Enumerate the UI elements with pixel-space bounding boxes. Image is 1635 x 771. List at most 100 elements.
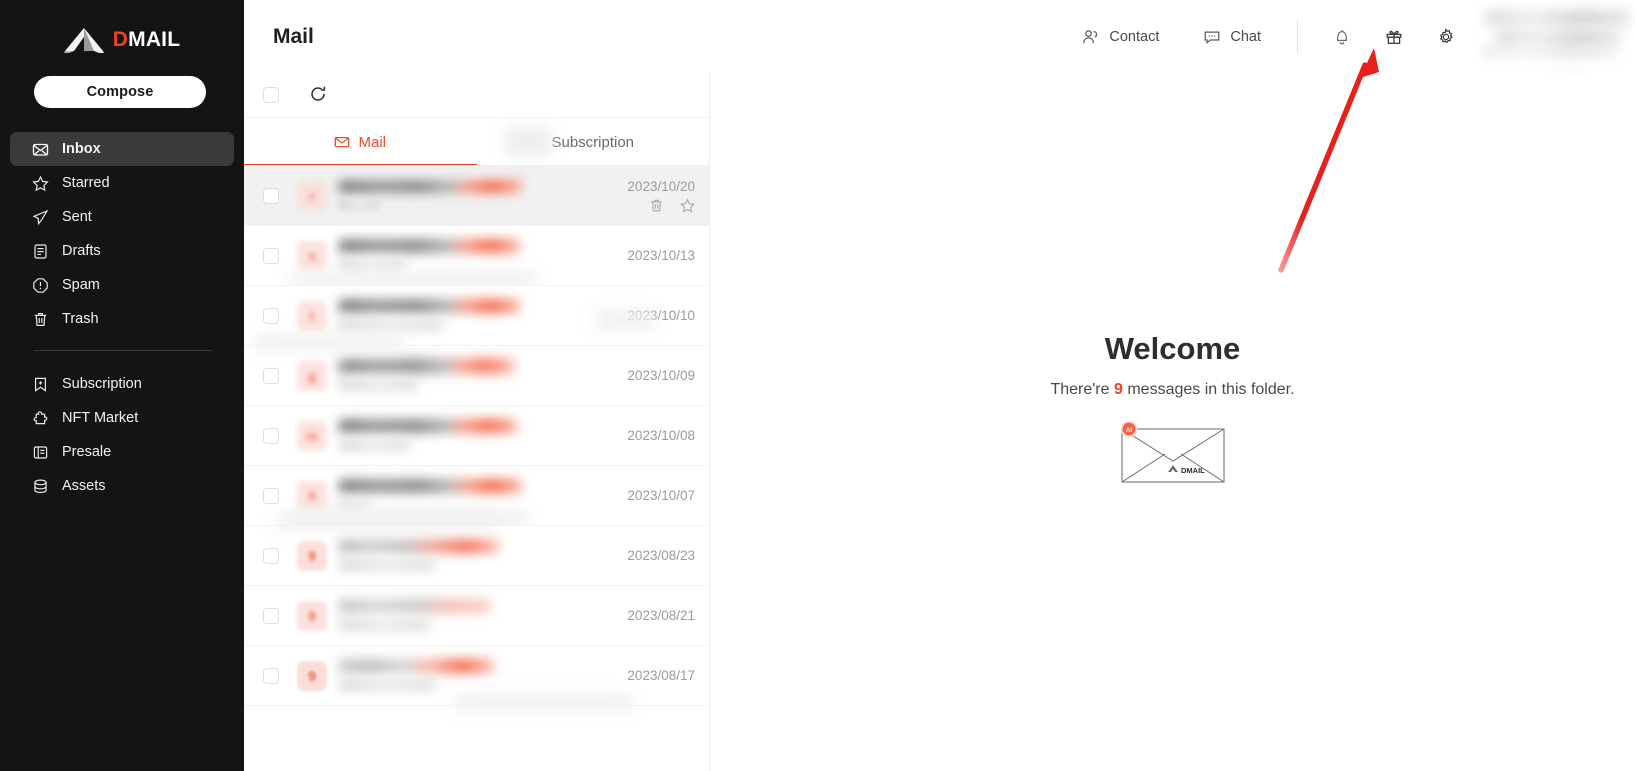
- row-checkbox[interactable]: [263, 248, 279, 264]
- dmail-app: D MAIL Compose Inbox: [0, 0, 1635, 771]
- gift-icon[interactable]: [1368, 17, 1420, 57]
- compose-button[interactable]: Compose: [34, 76, 206, 108]
- sidebar-item-nft-market[interactable]: NFT Market: [10, 401, 234, 435]
- row-checkbox[interactable]: [263, 668, 279, 684]
- sidebar-item-label: Trash: [62, 311, 99, 327]
- table-row[interactable]: t 2023/10/10: [244, 286, 709, 346]
- list-tabs: Mail Subscription: [244, 118, 709, 166]
- row-checkbox[interactable]: [263, 608, 279, 624]
- chat-link[interactable]: Chat: [1181, 28, 1283, 46]
- inbox-envelope-icon: [32, 141, 49, 158]
- table-row[interactable]: g 2023/10/09: [244, 346, 709, 406]
- star-icon[interactable]: [680, 198, 695, 213]
- top-header: Mail Contact: [244, 0, 1635, 73]
- count-prefix: There're: [1050, 381, 1114, 398]
- row-checkbox[interactable]: [263, 428, 279, 444]
- message-preview: [339, 414, 603, 458]
- message-subject-blurred: [339, 299, 520, 313]
- row-checkbox[interactable]: [263, 188, 279, 204]
- row-checkbox[interactable]: [263, 368, 279, 384]
- sidebar-item-trash[interactable]: Trash: [10, 302, 234, 336]
- message-date-cell: 2023/08/21: [603, 608, 695, 623]
- tab-mail[interactable]: Mail: [244, 118, 477, 166]
- select-all-checkbox[interactable]: [263, 87, 279, 103]
- avatar: 9: [297, 661, 327, 691]
- table-row[interactable]: m 2023/10/08: [244, 406, 709, 466]
- count-suffix: messages in this folder.: [1123, 381, 1295, 398]
- message-date: 2023/08/21: [627, 608, 695, 623]
- table-row[interactable]: 9 2023/10/07: [244, 466, 709, 526]
- avatar: m: [297, 421, 327, 451]
- message-date: 2023/10/10: [627, 308, 695, 323]
- message-date: 2023/10/08: [627, 428, 695, 443]
- paper-plane-icon: [32, 209, 49, 226]
- avatar: 9: [297, 541, 327, 571]
- avatar: t: [297, 301, 327, 331]
- message-preview: [339, 354, 603, 398]
- sidebar-item-subscription[interactable]: Subscription: [10, 367, 234, 401]
- mail-list: r 2023/10/20: [244, 166, 709, 771]
- message-date-cell: 2023/10/13: [603, 248, 695, 263]
- message-date: 2023/08/23: [627, 548, 695, 563]
- tab-subscription[interactable]: Subscription: [477, 118, 710, 166]
- message-subject-blurred: [339, 239, 520, 253]
- account-blur-line: [1486, 10, 1630, 26]
- message-snippet-blurred: [339, 379, 417, 391]
- sidebar-item-presale[interactable]: Presale: [10, 435, 234, 469]
- row-actions: [603, 198, 695, 213]
- table-row[interactable]: 9 2023/08/21: [244, 586, 709, 646]
- table-row[interactable]: 9 2023/08/17: [244, 646, 709, 706]
- main-region: Mail Contact: [244, 0, 1635, 771]
- message-preview: [339, 174, 603, 218]
- row-checkbox[interactable]: [263, 548, 279, 564]
- sidebar-item-label: NFT Market: [62, 410, 138, 426]
- brand-name-rest: MAIL: [128, 28, 180, 52]
- message-preview: [339, 654, 603, 698]
- dmail-chevron-logo-icon: [64, 27, 104, 53]
- message-count-text: There're 9 messages in this folder.: [1050, 381, 1294, 399]
- sidebar-item-inbox[interactable]: Inbox: [10, 132, 234, 166]
- contact-link[interactable]: Contact: [1060, 28, 1181, 46]
- contact-link-label: Contact: [1109, 29, 1159, 45]
- message-date: 2023/10/07: [627, 488, 695, 503]
- chat-link-label: Chat: [1230, 29, 1261, 45]
- row-checkbox[interactable]: [263, 308, 279, 324]
- puzzle-piece-icon: [32, 410, 49, 427]
- bookmark-star-icon: [32, 376, 49, 393]
- header-actions: Contact Chat: [1060, 0, 1635, 73]
- contact-person-icon: [1082, 28, 1100, 46]
- sidebar-item-label: Presale: [62, 444, 111, 460]
- sidebar-item-drafts[interactable]: Drafts: [10, 234, 234, 268]
- sidebar-item-assets[interactable]: Assets: [10, 469, 234, 503]
- tab-blur-overlay: [505, 126, 551, 156]
- table-row[interactable]: 9 2023/08/23: [244, 526, 709, 586]
- table-row[interactable]: s 2023/10/13: [244, 226, 709, 286]
- message-preview: [339, 234, 603, 278]
- message-snippet-blurred: [339, 499, 369, 511]
- sidebar-item-starred[interactable]: Starred: [10, 166, 234, 200]
- message-subject-blurred: [339, 179, 522, 193]
- settings-gear-icon[interactable]: [1420, 17, 1472, 57]
- list-toolbar: [244, 73, 709, 118]
- row-checkbox[interactable]: [263, 488, 279, 504]
- message-date-cell: 2023/10/07: [603, 488, 695, 503]
- trash-icon[interactable]: [649, 198, 664, 213]
- star-icon: [32, 175, 49, 192]
- sidebar-item-spam[interactable]: Spam: [10, 268, 234, 302]
- message-subject-blurred: [339, 419, 517, 433]
- sidebar-nav-primary: Inbox Starred Sent: [0, 132, 244, 503]
- document-icon: [32, 243, 49, 260]
- notification-bell-icon[interactable]: [1316, 17, 1368, 57]
- message-snippet-blurred: [339, 259, 405, 271]
- message-count: 9: [1114, 381, 1123, 398]
- brand-logo[interactable]: D MAIL: [0, 22, 244, 58]
- refresh-icon[interactable]: [309, 85, 329, 105]
- table-row[interactable]: r 2023/10/20: [244, 166, 709, 226]
- sidebar-item-sent[interactable]: Sent: [10, 200, 234, 234]
- mail-list-pane: Mail Subscription r: [244, 73, 710, 771]
- message-preview: [339, 294, 603, 338]
- reader-pane: Welcome There're 9 messages in this fold…: [710, 73, 1635, 771]
- message-subject-blurred: [339, 479, 522, 493]
- account-menu[interactable]: [1480, 0, 1635, 73]
- message-snippet-blurred: [339, 439, 409, 451]
